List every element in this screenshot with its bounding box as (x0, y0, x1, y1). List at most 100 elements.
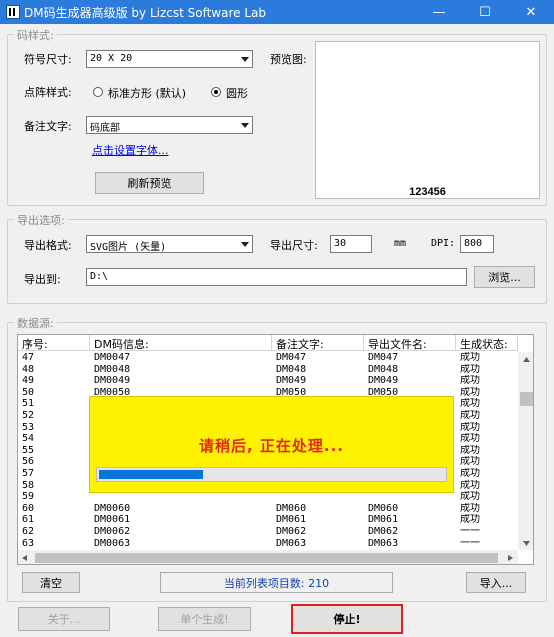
table-cell: DM0063 (94, 537, 131, 549)
table-cell: 成功 (460, 409, 480, 421)
hscrollbar-graphic (22, 553, 513, 563)
table-row[interactable]: 48 DM0048 DM048 DM048 成功 (18, 364, 518, 376)
title-bar: DM码生成器高级版 by Lizcst Software Lab — ☐ ✕ (0, 0, 554, 24)
table-cell: DM063 (368, 537, 399, 549)
code-style-legend: 码样式: (14, 27, 57, 43)
table-row[interactable]: 63 DM0063 DM063 DM063 一一 (18, 538, 518, 550)
column-header[interactable]: 生成状态: (456, 335, 518, 351)
table-cell: DM062 (368, 525, 399, 537)
table-cell: 47 (22, 352, 35, 363)
data-source-legend: 数据源: (14, 315, 57, 331)
table-row[interactable]: 62 DM0062 DM062 DM062 一一 (18, 526, 518, 538)
table-cell: DM060 (368, 502, 399, 514)
column-header[interactable]: DM码信息: (90, 335, 272, 351)
vertical-scrollbar[interactable] (518, 352, 533, 550)
table-cell: 53 (22, 421, 35, 433)
chevron-down-icon (241, 123, 249, 128)
import-button[interactable]: 导入... (466, 572, 526, 593)
table-cell: 48 (22, 363, 35, 375)
table-cell: DM047 (276, 352, 307, 363)
table-cell: 成功 (460, 479, 480, 491)
table-cell: 63 (22, 537, 35, 549)
export-format-label: 导出格式: (24, 239, 72, 252)
scroll-left-icon (22, 555, 27, 561)
export-format-select[interactable]: SVG图片 (矢量) (86, 235, 253, 253)
export-size-unit: mm (394, 238, 407, 249)
dot-square-label[interactable]: 标准方形 (默认) (108, 85, 186, 101)
symbol-size-label: 符号尺寸: (24, 53, 72, 66)
table-row[interactable]: 60 DM0060 DM060 DM060 成功 (18, 503, 518, 515)
symbol-size-select[interactable]: 20 X 20 (86, 50, 253, 68)
table-cell: 成功 (460, 456, 480, 468)
maximize-button[interactable]: ☐ (462, 0, 508, 24)
table-cell: DM062 (276, 525, 307, 537)
dot-square-radio[interactable] (93, 87, 103, 97)
export-path-input[interactable]: D:\ (86, 268, 467, 286)
minimize-button[interactable]: — (416, 0, 462, 24)
app-icon (6, 5, 20, 19)
table-cell: 52 (22, 409, 35, 421)
export-options-group: 导出选项: (7, 212, 547, 304)
table-cell: 49 (22, 375, 35, 387)
table-cell: 54 (22, 433, 35, 445)
dot-style-label: 点阵样式: (24, 86, 72, 99)
dot-circle-radio[interactable] (211, 87, 221, 97)
table-cell: DM048 (276, 363, 307, 375)
export-path-label: 导出到: (24, 273, 61, 286)
note-text-label: 备注文字: (24, 120, 72, 133)
table-cell: 50 (22, 386, 35, 398)
scroll-up-icon (523, 357, 530, 362)
table-cell: DM063 (276, 537, 307, 549)
table-cell: 成功 (460, 352, 480, 363)
dpi-input[interactable]: 800 (460, 235, 494, 253)
table-cell: DM047 (368, 352, 399, 363)
export-options-legend: 导出选项: (14, 212, 68, 228)
table-row[interactable]: 49 DM0049 DM049 DM049 成功 (18, 375, 518, 387)
table-cell: 成功 (460, 444, 480, 456)
table-cell: 成功 (460, 375, 480, 387)
chevron-down-icon (241, 57, 249, 62)
window-title: DM码生成器高级版 by Lizcst Software Lab (24, 5, 266, 20)
table-cell: 成功 (460, 421, 480, 433)
column-header[interactable]: 序号: (18, 335, 90, 351)
note-text-select[interactable]: 码底部 (86, 116, 253, 134)
clear-button[interactable]: 清空 (22, 572, 80, 593)
font-settings-link[interactable]: 点击设置字体... (92, 142, 169, 158)
column-header[interactable]: 导出文件名: (364, 335, 456, 351)
table-cell: 62 (22, 525, 35, 537)
table-cell: 61 (22, 514, 35, 526)
table-row[interactable]: 61 DM0061 DM061 DM061 成功 (18, 514, 518, 526)
table-cell: DM061 (276, 514, 307, 526)
export-size-input[interactable]: 30 (330, 235, 372, 253)
table-cell: DM049 (276, 375, 307, 387)
progress-fill (99, 470, 203, 479)
dpi-label: DPI: (431, 238, 456, 249)
close-button[interactable]: ✕ (508, 0, 554, 24)
processing-message: 请稍后, 正在处理... (198, 437, 345, 455)
item-count-status: 当前列表项目数: 210 (160, 572, 393, 593)
browse-button[interactable]: 浏览... (474, 266, 535, 288)
column-header[interactable]: 备注文字: (272, 335, 364, 351)
table-cell: 56 (22, 456, 35, 468)
table-cell: 成功 (460, 467, 480, 479)
scroll-right-icon (508, 555, 513, 561)
table-header: 序号: DM码信息: 备注文字: 导出文件名: 生成状态: (18, 335, 518, 351)
refresh-preview-button[interactable]: 刷新预览 (95, 172, 204, 194)
table-cell: DM0049 (94, 375, 131, 387)
table-cell: 58 (22, 479, 35, 491)
single-generate-button[interactable]: 单个生成! (158, 607, 251, 631)
about-button[interactable]: 关于... (18, 607, 110, 631)
stop-button[interactable]: 停止! (291, 604, 403, 634)
table-cell: 成功 (460, 363, 480, 375)
table-row[interactable]: 47 DM0047 DM047 DM047 成功 (18, 352, 518, 364)
table-cell: 57 (22, 467, 35, 479)
preview-label: 预览图: (270, 53, 307, 66)
dot-circle-label[interactable]: 圆形 (226, 85, 248, 101)
export-size-label: 导出尺寸: (270, 239, 318, 252)
table-cell: 一一 (460, 537, 480, 549)
scroll-thumb (520, 392, 533, 406)
table-cell: DM048 (368, 363, 399, 375)
horizontal-scrollbar[interactable] (18, 550, 518, 564)
export-format-value: SVG图片 (矢量) (90, 242, 167, 253)
table-cell: 成功 (460, 433, 480, 445)
